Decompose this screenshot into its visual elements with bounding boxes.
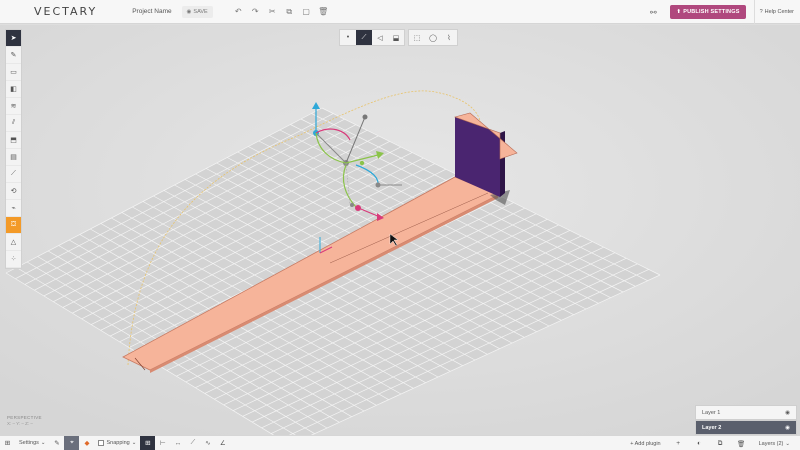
delete-icon[interactable]: 🗑 [318, 6, 329, 17]
publish-icon: ⬆ [676, 9, 682, 15]
project-name[interactable]: Project Name [132, 8, 171, 15]
paint-bucket-icon[interactable]: ⛋ [6, 217, 21, 234]
material-icon[interactable]: ◆ [79, 436, 94, 450]
eye-icon[interactable]: ◉ [785, 425, 790, 431]
left-toolbar: ➤ ✎ ▭ ◧ ≋ ⫽ ⬒ ▤ ⟋ ⟲ ⌁ ⛋ △ ⁘ [5, 29, 22, 269]
coordinates-readout: X: – Y: – Z: – [7, 421, 33, 426]
top-bar: VECTARY Project Name ◉ SAVE ↶ ↷ ✂ ⧉ ▢ 🗑 … [0, 0, 800, 24]
extrude-icon[interactable]: ⬒ [6, 132, 21, 149]
paint-select-icon[interactable]: ⌇ [441, 30, 457, 45]
cube-icon[interactable]: ◧ [6, 81, 21, 98]
bottom-bar: ⊞ Settings ⌄ ✎ ⌖ ◆ Snapping ⌄ ⊞ ⊢ ↔ ⟋ ∿ … [0, 435, 800, 450]
cursor-mode-icon[interactable]: ⌖ [64, 435, 80, 450]
layers-dropdown[interactable]: Layers (2) ⌄ [755, 436, 794, 450]
snap-edge-icon[interactable]: ⊢ [155, 436, 170, 450]
eye-icon[interactable]: ◉ [785, 410, 790, 416]
share-link-icon[interactable]: ⚯ [646, 5, 660, 19]
layer-name: Layer 2 [702, 424, 722, 431]
help-center-link[interactable]: ? Help Center [753, 0, 794, 24]
chevron-down-icon: ⌄ [131, 440, 137, 446]
add-plugin-button[interactable]: + Add plugin [626, 436, 664, 450]
snap-distance-icon[interactable]: ↔ [170, 436, 185, 450]
stack-icon[interactable]: ≋ [6, 98, 21, 115]
snapping-label: Snapping [106, 440, 130, 446]
frame-icon[interactable]: ▤ [6, 149, 21, 166]
loop-icon[interactable]: ⟲ [6, 183, 21, 200]
camera-label: PERSPECTIVE [7, 415, 42, 420]
box-icon[interactable]: ▭ [6, 64, 21, 81]
line-icon[interactable]: ⟋ [6, 166, 21, 183]
pencil-icon[interactable]: ✎ [49, 436, 64, 450]
point-icon[interactable]: • [340, 30, 356, 45]
help-icon: ? [759, 9, 763, 15]
eye-icon: ◉ [186, 8, 192, 15]
chevron-down-icon: ⌄ [40, 440, 46, 446]
layers-panel: Layer 1 ◉ Layer 2 ◉ [695, 405, 797, 435]
undo-icon[interactable]: ↶ [233, 6, 244, 17]
selection-mode-toolbar: • ⟋ ◁ ⬓ ⬚ ◯ ⌇ [339, 29, 461, 46]
visibility-icon[interactable]: ◐ [692, 436, 707, 450]
brush-icon[interactable]: ⌁ [6, 200, 21, 217]
layer-item[interactable]: Layer 1 ◉ [695, 405, 797, 420]
layer-name: Layer 1 [702, 409, 721, 416]
snap-curve-icon[interactable]: ∿ [200, 436, 215, 450]
settings-label: Settings [19, 440, 39, 446]
face-icon[interactable]: ◁ [372, 30, 388, 45]
layers-label: Layers (2) [758, 440, 784, 447]
snapping-checkbox[interactable] [98, 440, 105, 446]
paste-icon[interactable]: ▢ [301, 6, 312, 17]
pen-icon[interactable]: ✎ [6, 47, 21, 64]
add-layer-icon[interactable]: + [671, 436, 686, 450]
publish-label: PUBLISH SETTINGS [683, 9, 740, 15]
snapping-toggle[interactable]: Snapping ⌄ [94, 436, 140, 450]
delete-layer-icon[interactable]: 🗑 [734, 436, 749, 450]
layer-item-active[interactable]: Layer 2 ◉ [695, 420, 797, 435]
3d-viewport[interactable] [0, 25, 800, 446]
scene-canvas[interactable] [0, 25, 800, 446]
cut-icon[interactable]: ✂ [267, 6, 278, 17]
lasso-icon[interactable]: ◯ [425, 30, 441, 45]
snap-angle-icon[interactable]: ∠ [215, 436, 230, 450]
copy-icon[interactable]: ⧉ [284, 6, 295, 17]
settings-dropdown[interactable]: Settings ⌄ [15, 436, 49, 450]
save-label: SAVE [193, 8, 208, 15]
save-button[interactable]: ◉ SAVE [181, 5, 213, 18]
select-arrow-icon[interactable]: ➤ [6, 30, 21, 47]
scatter-icon[interactable]: ⁘ [6, 251, 21, 268]
help-label: Help Center [764, 9, 794, 15]
element-mode-group: • ⟋ ◁ ⬓ [339, 29, 405, 46]
publish-settings-button[interactable]: ⬆ PUBLISH SETTINGS [670, 5, 746, 19]
edge-icon[interactable]: ⫽ [6, 115, 21, 132]
triangle-icon[interactable]: △ [6, 234, 21, 251]
chevron-down-icon: ⌄ [785, 440, 790, 447]
redo-icon[interactable]: ↷ [250, 6, 261, 17]
snap-grid-icon[interactable]: ⊞ [140, 435, 156, 450]
duplicate-layer-icon[interactable]: ⧉ [713, 436, 728, 450]
edge-tool-icon[interactable]: ⟋ [356, 30, 372, 45]
grid-view-icon[interactable]: ⊞ [0, 436, 15, 450]
app-logo[interactable]: VECTARY [34, 5, 97, 18]
edit-tools: ↶ ↷ ✂ ⧉ ▢ 🗑 [233, 6, 329, 17]
object-icon[interactable]: ⬓ [388, 30, 404, 45]
snap-vertex-icon[interactable]: ⟋ [185, 436, 200, 450]
rect-select-icon[interactable]: ⬚ [409, 30, 425, 45]
selection-method-group: ⬚ ◯ ⌇ [408, 29, 458, 46]
